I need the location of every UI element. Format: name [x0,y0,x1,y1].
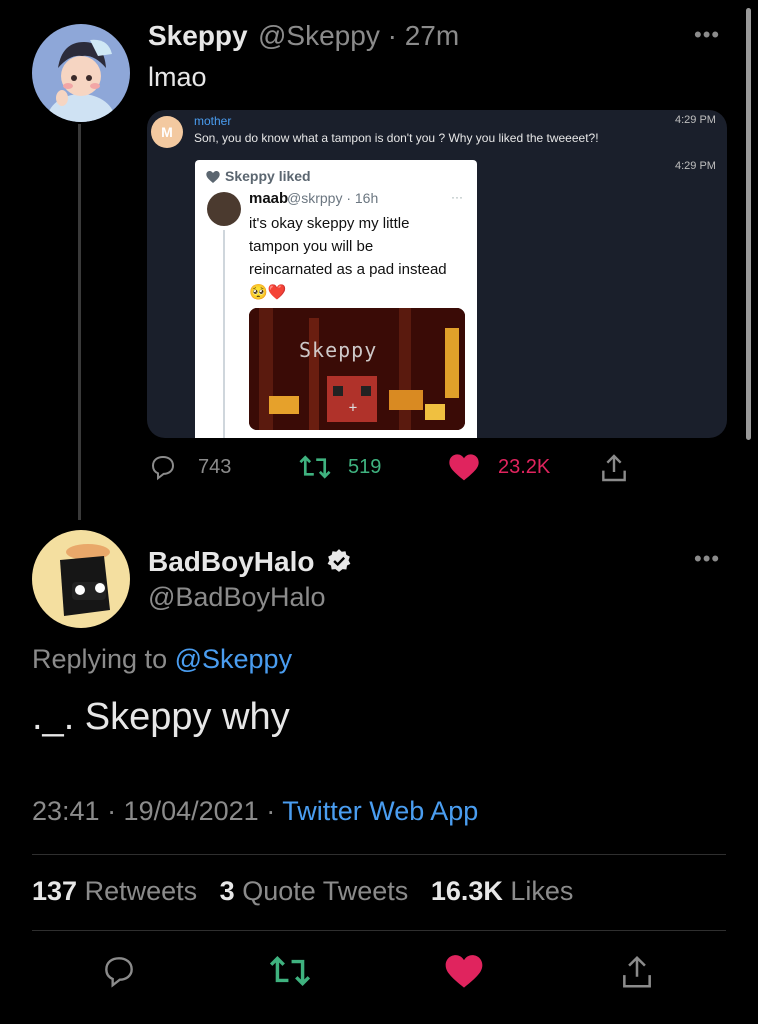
tweet-text: lmao [148,62,207,92]
author-name[interactable]: BadBoyHalo [148,546,314,578]
share-button[interactable] [598,452,630,488]
reply-icon [151,455,175,481]
liked-label: Skeppy liked [225,168,311,184]
share-icon [623,955,651,988]
tweet-meta: 23:41 · 19/04/2021 · Twitter Web App [32,796,478,827]
quotes-count: 3 [219,876,235,906]
heart-icon [206,171,220,183]
likes-count: 16.3K [430,876,503,906]
like-button[interactable] [444,952,484,996]
message-text: Son, you do know what a tampon is don't … [194,131,599,145]
likes-label: Likes [510,876,574,906]
reply-button[interactable] [148,452,178,488]
divider [32,930,726,931]
screenshot-card: Skeppy liked maab @skrppy · 16h ··· it's… [195,160,477,438]
reply-button[interactable] [100,952,138,996]
scrollbar[interactable] [746,8,751,440]
sender-avatar: M [151,116,183,148]
reply-icon [105,957,133,988]
more-icon[interactable]: ••• [694,22,720,48]
retweets-label: Retweets [84,876,198,906]
card-author-name: maab [249,190,289,207]
minecraft-image: + Skeppy [249,308,465,430]
replying-prefix: Replying to [32,644,168,674]
tweet-text: ._. Skeppy why [32,696,290,738]
avatar [207,192,241,226]
likes-stat[interactable]: 16.3K Likes [431,876,574,906]
retweet-button[interactable] [298,452,332,488]
thread-line [78,124,81,520]
author-name[interactable]: Skeppy [148,20,248,52]
source-link[interactable]: Twitter Web App [282,796,478,826]
card-author-handle: @skrppy · 16h [287,190,379,206]
retweets-stat[interactable]: 137 Retweets [32,876,197,906]
author-handle[interactable]: @BadBoyHalo [148,582,326,613]
divider [32,854,726,855]
verified-icon [326,548,352,574]
share-icon [602,454,626,482]
message-sender: mother [194,114,232,128]
message-time: 4:29 PM [675,160,716,172]
thread-line [223,230,225,438]
skeppy-avatar[interactable] [32,24,130,122]
like-icon [449,454,479,481]
retweet-count: 519 [348,456,382,478]
like-icon [445,955,483,988]
tweet-media[interactable]: M mother Son, you do know what a tampon … [147,110,727,438]
author-handle-time[interactable]: @Skeppy · 27m [258,20,459,52]
image-label: Skeppy [299,338,378,362]
like-button[interactable] [448,452,480,488]
replying-to-link[interactable]: @Skeppy [175,644,292,674]
retweets-count: 137 [32,876,78,906]
tweet-stats: 137 Retweets 3 Quote Tweets 16.3K Likes [32,876,573,907]
retweet-icon [299,455,331,479]
like-count: 23.2K [498,456,551,478]
more-icon[interactable]: ••• [694,546,720,572]
quotes-stat[interactable]: 3 Quote Tweets [220,876,409,906]
card-tweet-text: it's okay skeppy my little tampon you wi… [249,215,447,301]
badboyhalo-avatar[interactable] [32,530,130,628]
replying-to: Replying to @Skeppy [32,644,292,675]
svg-text:+: + [349,400,357,416]
timestamp[interactable]: 23:41 · 19/04/2021 · [32,796,282,826]
reply-count: 743 [198,456,232,478]
retweet-button[interactable] [268,952,312,996]
quotes-label: Quote Tweets [242,876,409,906]
message-time: 4:29 PM [675,114,716,126]
share-button[interactable] [618,952,656,996]
retweet-icon [269,955,311,987]
more-icon: ··· [451,190,463,204]
